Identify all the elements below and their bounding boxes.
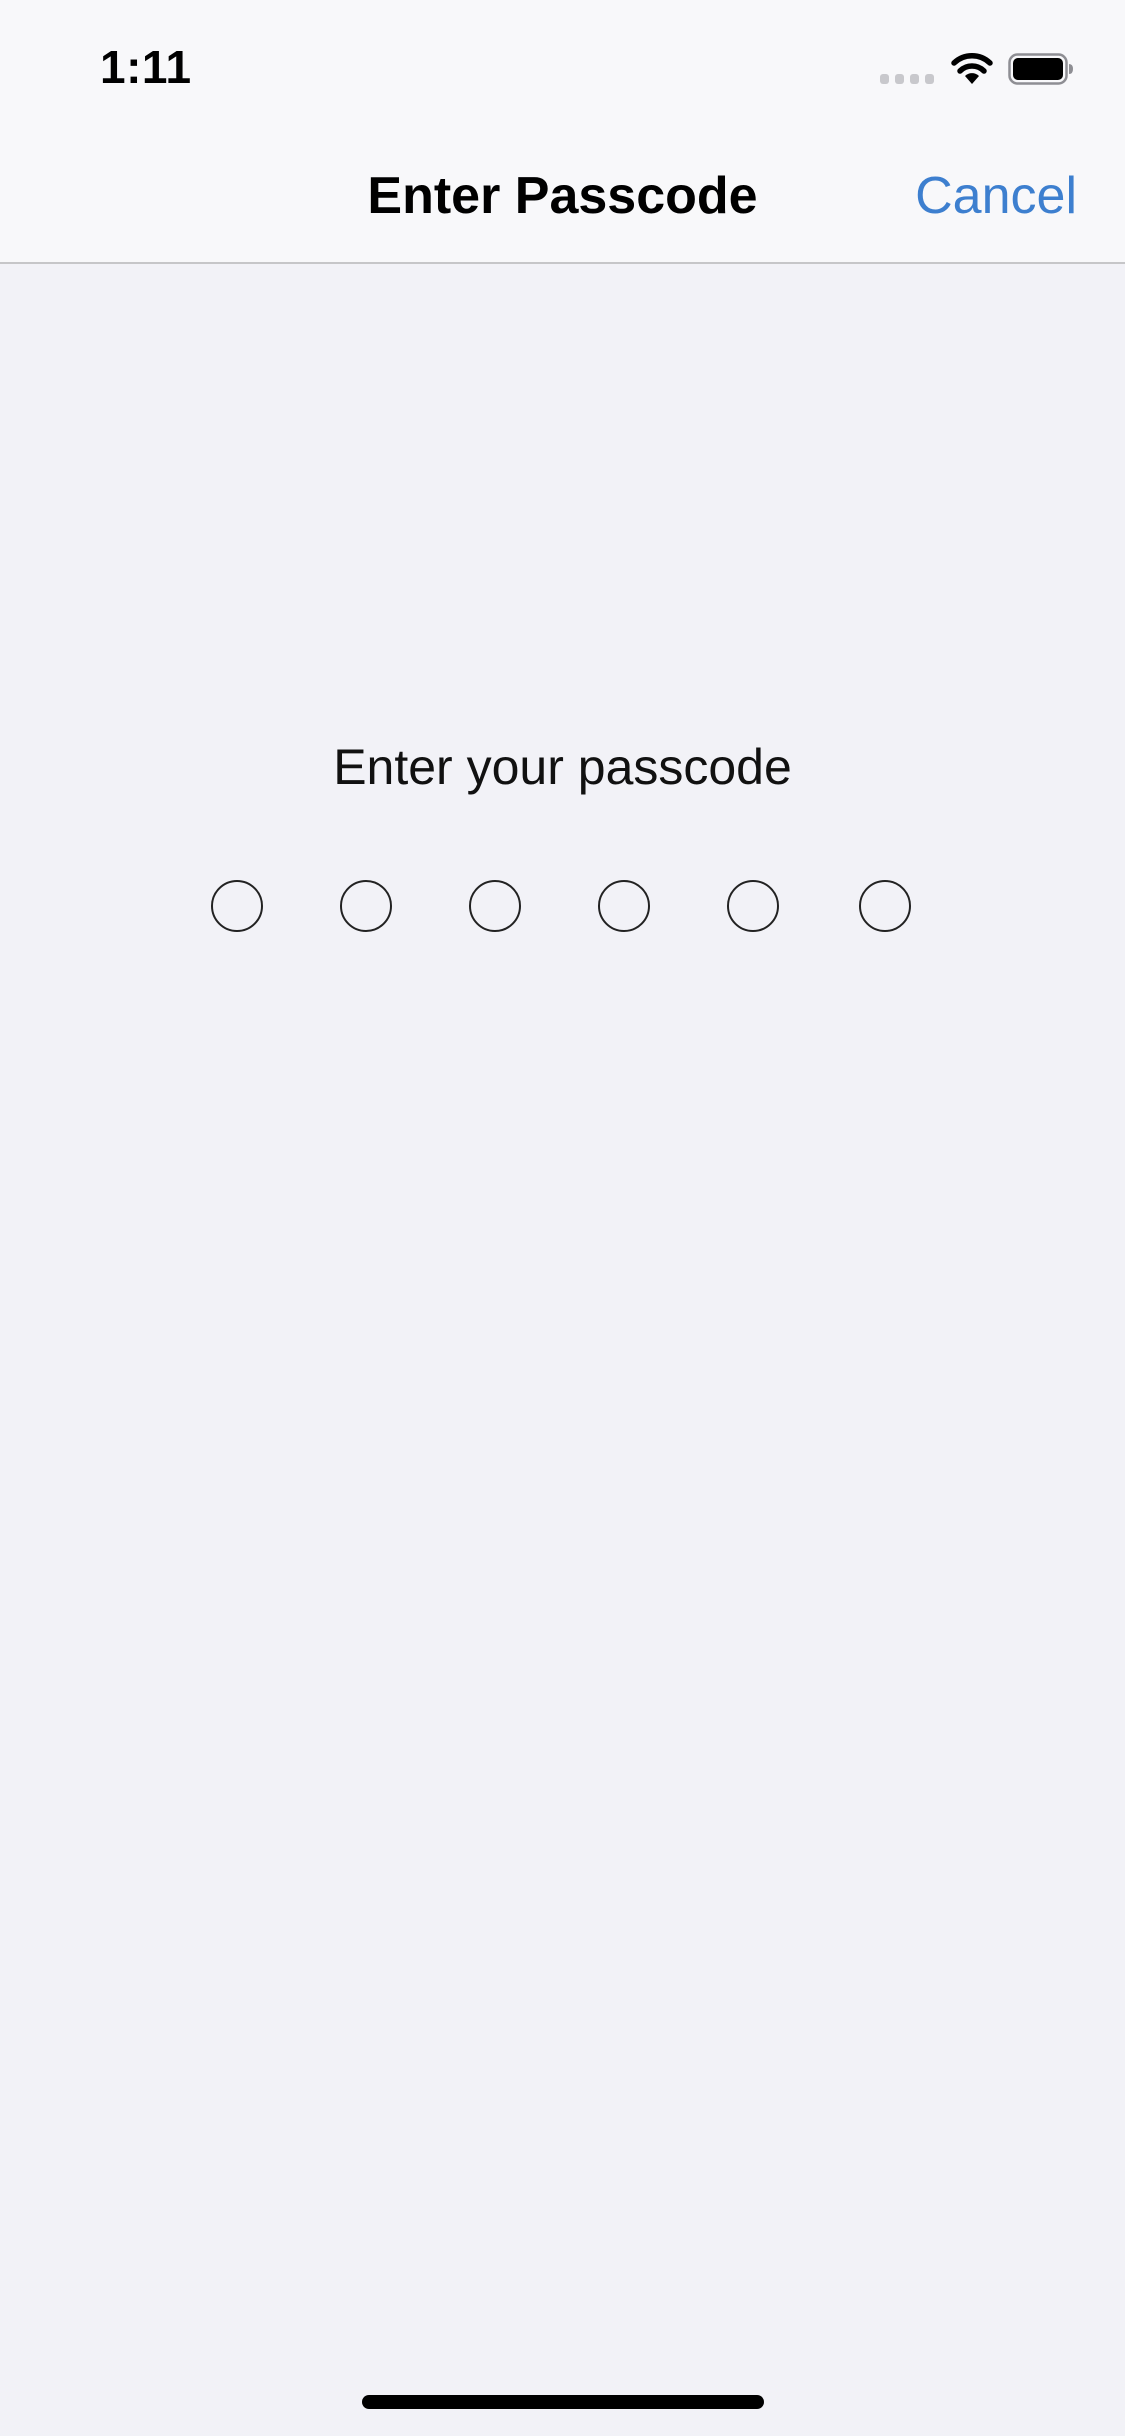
cellular-signal-icon xyxy=(880,74,936,84)
passcode-dots xyxy=(0,880,1125,940)
passcode-dot xyxy=(727,880,779,932)
status-bar: 1:11 xyxy=(0,0,1125,132)
passcode-dot xyxy=(340,880,392,932)
passcode-dot xyxy=(598,880,650,932)
navigation-bar: Enter Passcode Cancel xyxy=(0,132,1125,264)
status-time: 1:11 xyxy=(100,41,192,93)
passcode-dot xyxy=(211,880,263,932)
cancel-button[interactable]: Cancel xyxy=(915,166,1077,226)
wifi-icon xyxy=(951,53,993,84)
passcode-prompt: Enter your passcode xyxy=(333,739,792,795)
battery-icon xyxy=(1008,53,1073,85)
passcode-dot xyxy=(859,880,911,932)
home-indicator[interactable] xyxy=(362,2395,764,2409)
passcode-dot xyxy=(469,880,521,932)
